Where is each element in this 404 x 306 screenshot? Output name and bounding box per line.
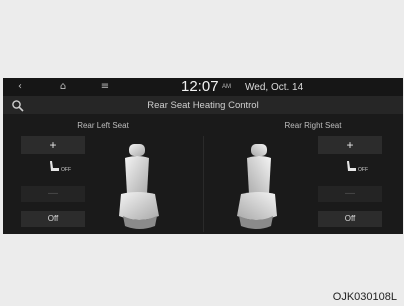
left-seat-image	[119, 144, 159, 229]
search-icon[interactable]	[11, 99, 25, 113]
date-display: Wed, Oct. 14	[245, 82, 304, 93]
left-seat-heat-level: OFF	[21, 158, 85, 178]
title-bar: Rear Seat Heating Control	[3, 97, 403, 114]
rear-right-seat-label: Rear Right Seat	[284, 121, 342, 130]
right-seat-increase-button[interactable]: +	[318, 136, 382, 154]
rear-left-seat-label: Rear Left Seat	[77, 121, 129, 130]
infotainment-screen: ‹ ⌂ ≡ 12:07 AM Wed, Oct. 14 Rear Seat He…	[3, 78, 403, 234]
panel-divider	[203, 136, 204, 232]
left-seat-increase-button[interactable]: +	[21, 136, 85, 154]
status-bar: ‹ ⌂ ≡ 12:07 AM Wed, Oct. 14	[3, 78, 403, 97]
clock-time: 12:07	[181, 78, 219, 95]
right-seat-decrease-button[interactable]: —	[318, 186, 382, 202]
seat-heater-icon	[347, 161, 356, 171]
left-seat-off-button[interactable]: Off	[21, 211, 85, 227]
left-seat-level-text: OFF	[61, 167, 71, 173]
right-seat-off-button[interactable]: Off	[318, 211, 382, 227]
menu-icon[interactable]: ≡	[96, 78, 114, 96]
left-seat-decrease-button[interactable]: —	[21, 186, 85, 202]
right-seat-heat-level: OFF	[318, 158, 382, 178]
clock-ampm: AM	[222, 84, 231, 90]
page-title: Rear Seat Heating Control	[147, 100, 259, 111]
seat-heater-icon	[50, 161, 59, 171]
back-icon[interactable]: ‹	[11, 78, 29, 96]
home-icon[interactable]: ⌂	[54, 78, 72, 96]
right-seat-image	[237, 144, 277, 229]
image-code: OJK030108L	[332, 291, 397, 303]
right-seat-level-text: OFF	[358, 167, 368, 173]
